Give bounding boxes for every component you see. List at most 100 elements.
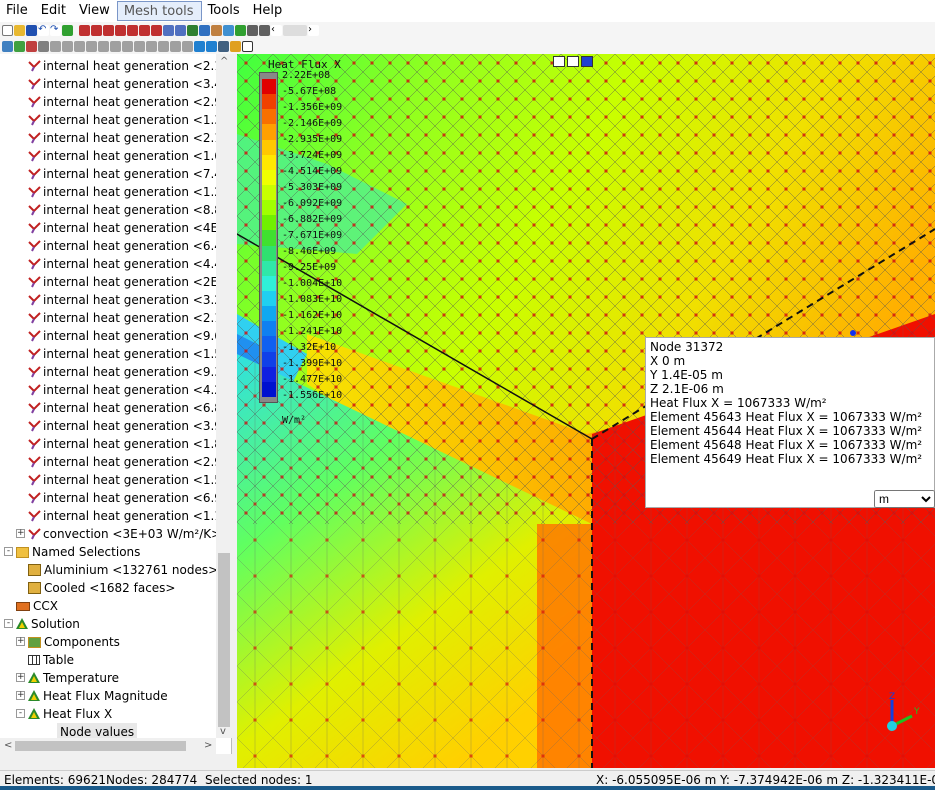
pan-icon[interactable] — [199, 24, 210, 36]
scroll-right-icon[interactable]: > — [204, 740, 212, 751]
tree-item-heat-generation[interactable]: internal heat generation <7.48E+ — [28, 165, 231, 183]
tree-item-heat-generation[interactable]: internal heat generation <2.9E+1 — [28, 453, 231, 471]
tree-item-components[interactable]: + Components — [16, 633, 120, 651]
tree-item-heat-generation[interactable]: internal heat generation <1.65E+ — [28, 147, 231, 165]
tree-item-heat-generation[interactable]: internal heat generation <9.39E+ — [28, 363, 231, 381]
menu-view[interactable]: View — [73, 1, 117, 21]
expand-icon[interactable]: + — [16, 529, 25, 538]
select-elements-icon[interactable] — [14, 40, 25, 52]
bowl-filled-icon[interactable] — [206, 40, 217, 52]
collapse-icon[interactable]: - — [4, 547, 13, 556]
tree-item-convection[interactable]: + convection <3E+03 W/m²/K> — [16, 525, 221, 543]
tree-item-named-selections[interactable]: - Named Selections — [4, 543, 140, 561]
tree-item-aluminium[interactable]: Aluminium <132761 nodes> — [28, 561, 218, 579]
tree-item-heat-generation[interactable]: internal heat generation <1.8E+1 — [28, 435, 231, 453]
menu-tools[interactable]: Tools — [202, 1, 247, 21]
tool-icon[interactable] — [146, 40, 157, 52]
select-edges-icon[interactable] — [38, 40, 49, 52]
tree-item-temperature[interactable]: + Temperature — [16, 669, 119, 687]
tree-item-cooled[interactable]: Cooled <1682 faces> — [28, 579, 175, 597]
clear-selection-icon[interactable] — [74, 40, 85, 52]
chart-icon[interactable] — [218, 40, 229, 52]
filter-icon[interactable] — [158, 40, 169, 52]
menu-mesh-tools[interactable]: Mesh tools — [116, 1, 202, 21]
view-right-icon[interactable] — [139, 24, 150, 36]
unit-select[interactable]: m — [874, 490, 935, 508]
redo-icon[interactable]: ↷ — [50, 24, 61, 36]
expand-icon[interactable]: + — [16, 673, 25, 682]
graph-icon[interactable] — [230, 40, 241, 52]
tree-item-heat-generation[interactable]: internal heat generation <2E+14 — [28, 273, 231, 291]
view-front-icon[interactable] — [79, 24, 90, 36]
wireframe-icon[interactable] — [247, 24, 258, 36]
tree-item-heat-generation[interactable]: internal heat generation <6.45E+ — [28, 237, 231, 255]
tree-item-heat-generation[interactable]: internal heat generation <6.94E+ — [28, 489, 231, 507]
measure-icon[interactable] — [211, 24, 222, 36]
undo-icon[interactable]: ↶ — [38, 24, 49, 36]
grid-icon[interactable] — [242, 40, 253, 52]
select-nodes-icon[interactable] — [2, 40, 13, 52]
save-icon[interactable] — [26, 24, 37, 36]
collapse-icon[interactable]: - — [4, 619, 13, 628]
menu-edit[interactable]: Edit — [35, 1, 73, 21]
shade-icon[interactable] — [235, 24, 246, 36]
volume-icon[interactable] — [110, 40, 121, 52]
tree-item-heat-generation[interactable]: internal heat generation <3.22E+ — [28, 291, 231, 309]
view-back-icon[interactable] — [91, 24, 102, 36]
clip-icon[interactable] — [223, 24, 234, 36]
equals-icon[interactable] — [62, 24, 73, 36]
tree-item-heat-generation[interactable]: internal heat generation <3.43E+ — [28, 75, 231, 93]
view-iso-icon[interactable] — [151, 24, 162, 36]
tree-item-table[interactable]: Table — [28, 651, 74, 669]
tree-item-heat-generation[interactable]: internal heat generation <8.83E+ — [28, 201, 231, 219]
surface-icon[interactable] — [98, 40, 109, 52]
scroll-up-icon[interactable]: ^ — [220, 56, 228, 67]
paint-icon[interactable] — [170, 40, 181, 52]
tree-item-heat-generation[interactable]: internal heat generation <2.91E+ — [28, 93, 231, 111]
collapse-icon[interactable]: - — [16, 709, 25, 718]
tree-horizontal-thumb[interactable] — [15, 741, 186, 751]
triangle-icon[interactable] — [182, 40, 193, 52]
tree-item-heat-generation[interactable]: internal heat generation <3.97E+ — [28, 417, 231, 435]
select-all-icon[interactable] — [62, 40, 73, 52]
chevron-right-icon[interactable]: › — [308, 24, 319, 36]
menu-help[interactable]: Help — [247, 1, 290, 21]
expand-icon[interactable]: + — [16, 691, 25, 700]
tree-item-heat-flux-magnitude[interactable]: + Heat Flux Magnitude — [16, 687, 168, 705]
tree-item-heat-generation[interactable]: internal heat generation <1.12E+ — [28, 507, 231, 525]
view-bottom-icon[interactable] — [115, 24, 126, 36]
cylinder-icon[interactable] — [134, 40, 145, 52]
chevron-left-icon[interactable]: ‹ — [271, 24, 282, 36]
view-left-icon[interactable] — [127, 24, 138, 36]
tree-item-heat-generation[interactable]: internal heat generation <2.13E+ — [28, 57, 231, 75]
tree-item-solution[interactable]: - Solution — [4, 615, 80, 633]
menu-file[interactable]: File — [0, 1, 35, 21]
scroll-left-icon[interactable]: < — [4, 740, 12, 751]
scroll-down-icon[interactable]: v — [220, 726, 226, 737]
tree-item-ccx[interactable]: CCX — [16, 597, 58, 615]
view-cube-shaded-icon[interactable] — [581, 56, 593, 67]
view-cube-side-icon[interactable] — [567, 56, 579, 67]
tree-item-heat-generation[interactable]: internal heat generation <2.13E+ — [28, 309, 231, 327]
tree-item-heat-generation[interactable]: internal heat generation <2.13E+ — [28, 129, 231, 147]
tree-item-heat-flux-x[interactable]: - Heat Flux X — [16, 705, 112, 723]
view-top-icon[interactable] — [103, 24, 114, 36]
tree-item-heat-generation[interactable]: internal heat generation <1.53E+ — [28, 471, 231, 489]
sphere-icon[interactable] — [122, 40, 133, 52]
open-folder-icon[interactable] — [14, 24, 25, 36]
mesh-icon[interactable] — [259, 24, 270, 36]
zoom-icon[interactable] — [175, 24, 186, 36]
tree-item-heat-generation[interactable]: internal heat generation <4.25E+ — [28, 381, 231, 399]
tree-item-heat-generation[interactable]: internal heat generation <1.32E+ — [28, 111, 231, 129]
new-file-icon[interactable] — [2, 24, 13, 36]
model-tree[interactable]: internal heat generation <2.13E+ internal… — [0, 54, 232, 754]
tree-item-heat-generation[interactable]: internal heat generation <1.55E+ — [28, 345, 231, 363]
rotate-icon[interactable] — [187, 24, 198, 36]
mesh-refine-icon[interactable] — [86, 40, 97, 52]
tree-item-heat-generation[interactable]: internal heat generation <4E+14 — [28, 219, 231, 237]
zoom-box-icon[interactable] — [163, 24, 174, 36]
tree-item-heat-generation[interactable]: internal heat generation <1.21E+ — [28, 183, 231, 201]
select-box-icon[interactable] — [50, 40, 61, 52]
tree-item-heat-generation[interactable]: internal heat generation <6.85E+ — [28, 399, 231, 417]
select-faces-icon[interactable] — [26, 40, 37, 52]
